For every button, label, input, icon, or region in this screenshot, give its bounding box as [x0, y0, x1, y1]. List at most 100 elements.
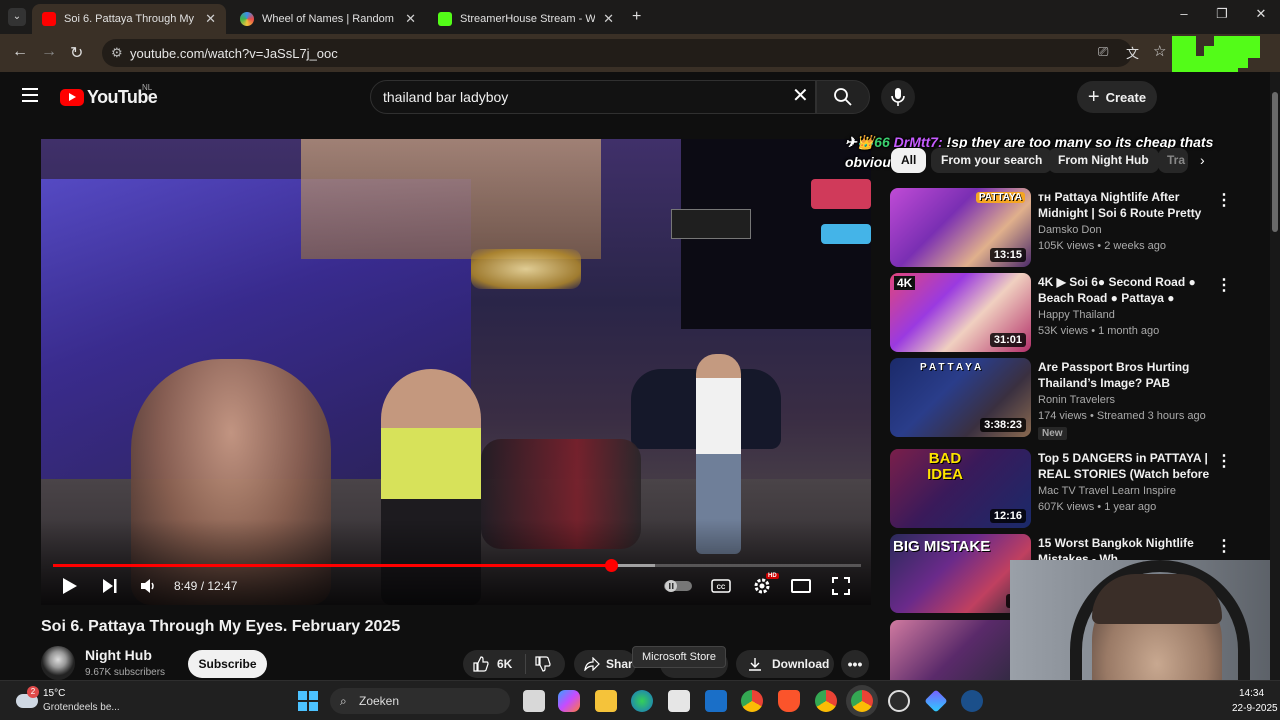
share-button[interactable]: Share	[574, 650, 636, 678]
tooltip: Microsoft Store	[632, 646, 726, 668]
download-button[interactable]: Download	[736, 650, 834, 678]
fullscreen-icon[interactable]	[832, 577, 850, 595]
theater-mode-icon[interactable]	[791, 579, 811, 593]
search-icon	[834, 88, 852, 106]
more-horizontal-icon: •••	[847, 656, 863, 672]
maximize-button[interactable]: ❐	[1210, 6, 1234, 22]
progress-bar[interactable]	[53, 559, 861, 572]
recommendation-item[interactable]: BAD IDEA 12:16 Top 5 DANGERS in PATTAYA …	[890, 449, 1232, 529]
video-thumbnail[interactable]: PATTAYA 13:15	[890, 188, 1031, 267]
site-info-icon[interactable]: ⚙	[111, 45, 123, 61]
play-icon[interactable]	[62, 577, 78, 595]
progress-scrubber[interactable]	[604, 559, 618, 572]
chip-all[interactable]: All	[891, 148, 927, 173]
recommendation-item[interactable]: 4K 31:01 4K ▶ Soi 6● Second Road ● Beach…	[890, 273, 1232, 353]
copilot-icon[interactable]	[558, 690, 580, 712]
subscribe-button[interactable]: Subscribe	[188, 650, 267, 678]
outlook-icon[interactable]	[705, 690, 727, 712]
close-window-button[interactable]: ✕	[1249, 6, 1273, 22]
thumbnail-text: BAD IDEA	[927, 450, 963, 483]
translate-icon[interactable]: 文	[1126, 43, 1139, 62]
video-title[interactable]: Top 5 DANGERS in PATTAYA | REAL STORIES …	[1038, 450, 1210, 482]
windows-start-icon[interactable]	[298, 691, 318, 711]
microsoft-store-icon[interactable]	[668, 690, 690, 712]
more-actions-icon[interactable]: ⋮	[1216, 275, 1232, 295]
page-scrollbar[interactable]	[1270, 72, 1280, 680]
autoplay-toggle-icon[interactable]	[664, 579, 692, 593]
video-thumbnail[interactable]: BAD IDEA 12:16	[890, 449, 1031, 528]
forward-button[interactable]: →	[41, 43, 57, 61]
create-button[interactable]: + Create	[1077, 81, 1157, 113]
taskbar-search-box[interactable]: ⌕ Zoeken	[330, 688, 510, 714]
channel-name[interactable]: Mac TV Travel Learn Inspire	[1038, 485, 1176, 497]
chip-from-night-hub[interactable]: From Night Hub	[1048, 148, 1159, 173]
menu-icon[interactable]	[22, 88, 38, 102]
close-tab-icon[interactable]: ✕	[205, 11, 216, 27]
clock-date: 22-9-2025	[1232, 703, 1278, 714]
settings-gear-icon[interactable]	[753, 577, 771, 595]
close-tab-icon[interactable]: ✕	[603, 11, 614, 27]
new-tab-button[interactable]: +	[632, 8, 641, 26]
chip-from-your-search[interactable]: From your search	[931, 148, 1053, 173]
chrome-active-icon[interactable]	[851, 690, 873, 712]
voice-search-button[interactable]	[881, 80, 915, 114]
search-input[interactable]: thailand bar ladyboy	[370, 80, 816, 114]
close-tab-icon[interactable]: ✕	[405, 11, 416, 27]
cast-icon[interactable]: ⎚	[1098, 44, 1108, 60]
youtube-logo[interactable]: YouTube NL	[60, 83, 158, 108]
more-actions-button[interactable]: •••	[841, 650, 869, 678]
recommendation-item[interactable]: PATTAYA 3:38:23 Are Passport Bros Hurtin…	[890, 358, 1230, 440]
minimize-button[interactable]: –	[1172, 6, 1196, 21]
search-icon: ⌕	[340, 694, 347, 708]
thumbnail-text: PATTAYA	[920, 362, 985, 373]
taskbar-search-placeholder: Zoeken	[359, 694, 400, 708]
channel-name[interactable]: Ronin Travelers	[1038, 394, 1115, 406]
task-view-icon[interactable]	[523, 690, 545, 712]
chips-next-chevron-icon[interactable]: ›	[1200, 152, 1205, 168]
scrollbar-thumb[interactable]	[1272, 92, 1278, 232]
back-button[interactable]: ←	[12, 43, 28, 61]
file-explorer-icon[interactable]	[595, 690, 617, 712]
like-button[interactable]: 6K	[463, 654, 526, 674]
subtitles-icon[interactable]: CC	[711, 579, 731, 593]
steam-icon[interactable]	[961, 690, 983, 712]
reload-button[interactable]: ↻	[70, 43, 83, 63]
next-video-icon[interactable]	[102, 578, 118, 594]
address-bar[interactable]: ⚙ youtube.com/watch?v=JaSsL7j_ooc	[102, 39, 1132, 67]
progress-played	[53, 564, 611, 567]
channel-name[interactable]: Night Hub	[85, 647, 152, 663]
download-label: Download	[772, 657, 830, 671]
video-title[interactable]: Are Passport Bros Hurting Thailand’s Ima…	[1038, 359, 1210, 391]
channel-avatar[interactable]	[41, 646, 75, 680]
tab-streamerhouse[interactable]: StreamerHouse Stream - Watch ✕	[428, 4, 624, 34]
clear-search-icon[interactable]: ✕	[792, 86, 809, 106]
tab-youtube[interactable]: Soi 6. Pattaya Through My Eyes ✕	[32, 4, 226, 34]
video-title[interactable]: ᴛʜ Pattaya Nightlife After Midnight | So…	[1038, 189, 1210, 221]
search-button[interactable]	[816, 80, 870, 114]
chip-travel[interactable]: Tra	[1158, 148, 1188, 173]
brave-icon[interactable]	[778, 690, 800, 712]
channel-name[interactable]: Damsko Don	[1038, 224, 1102, 236]
recommendation-item[interactable]: PATTAYA 13:15 ᴛʜ Pattaya Nightlife After…	[890, 188, 1232, 268]
more-actions-icon[interactable]: ⋮	[1216, 190, 1232, 210]
chrome-profile-icon[interactable]	[815, 690, 837, 712]
more-actions-icon[interactable]: ⋮	[1216, 536, 1232, 556]
video-title[interactable]: 4K ▶ Soi 6● Second Road ● Beach Road ● P…	[1038, 274, 1210, 306]
video-thumbnail[interactable]: PATTAYA 3:38:23	[890, 358, 1031, 437]
edge-icon[interactable]	[631, 690, 653, 712]
video-thumbnail[interactable]: 4K 31:01	[890, 273, 1031, 352]
bookmark-star-icon[interactable]: ☆	[1153, 42, 1166, 60]
obs-icon[interactable]	[888, 690, 910, 712]
video-meta: 607K views • 1 year ago	[1038, 501, 1157, 513]
more-actions-icon[interactable]: ⋮	[1216, 451, 1232, 471]
volume-icon[interactable]	[140, 578, 156, 594]
tab-search-button[interactable]: ⌄	[8, 8, 26, 26]
youtube-play-logo-icon	[60, 89, 84, 106]
thumbnail-text: BIG MISTAKE	[893, 538, 991, 555]
thumbs-down-icon[interactable]	[535, 656, 551, 672]
channel-name[interactable]: Happy Thailand	[1038, 309, 1115, 321]
video-player[interactable]: 8:49 / 12:47 CC HD	[41, 139, 871, 605]
tab-wheel-of-names[interactable]: Wheel of Names | Random nam ✕	[230, 4, 426, 34]
app-icon[interactable]	[924, 689, 948, 713]
chrome-icon[interactable]	[741, 690, 763, 712]
